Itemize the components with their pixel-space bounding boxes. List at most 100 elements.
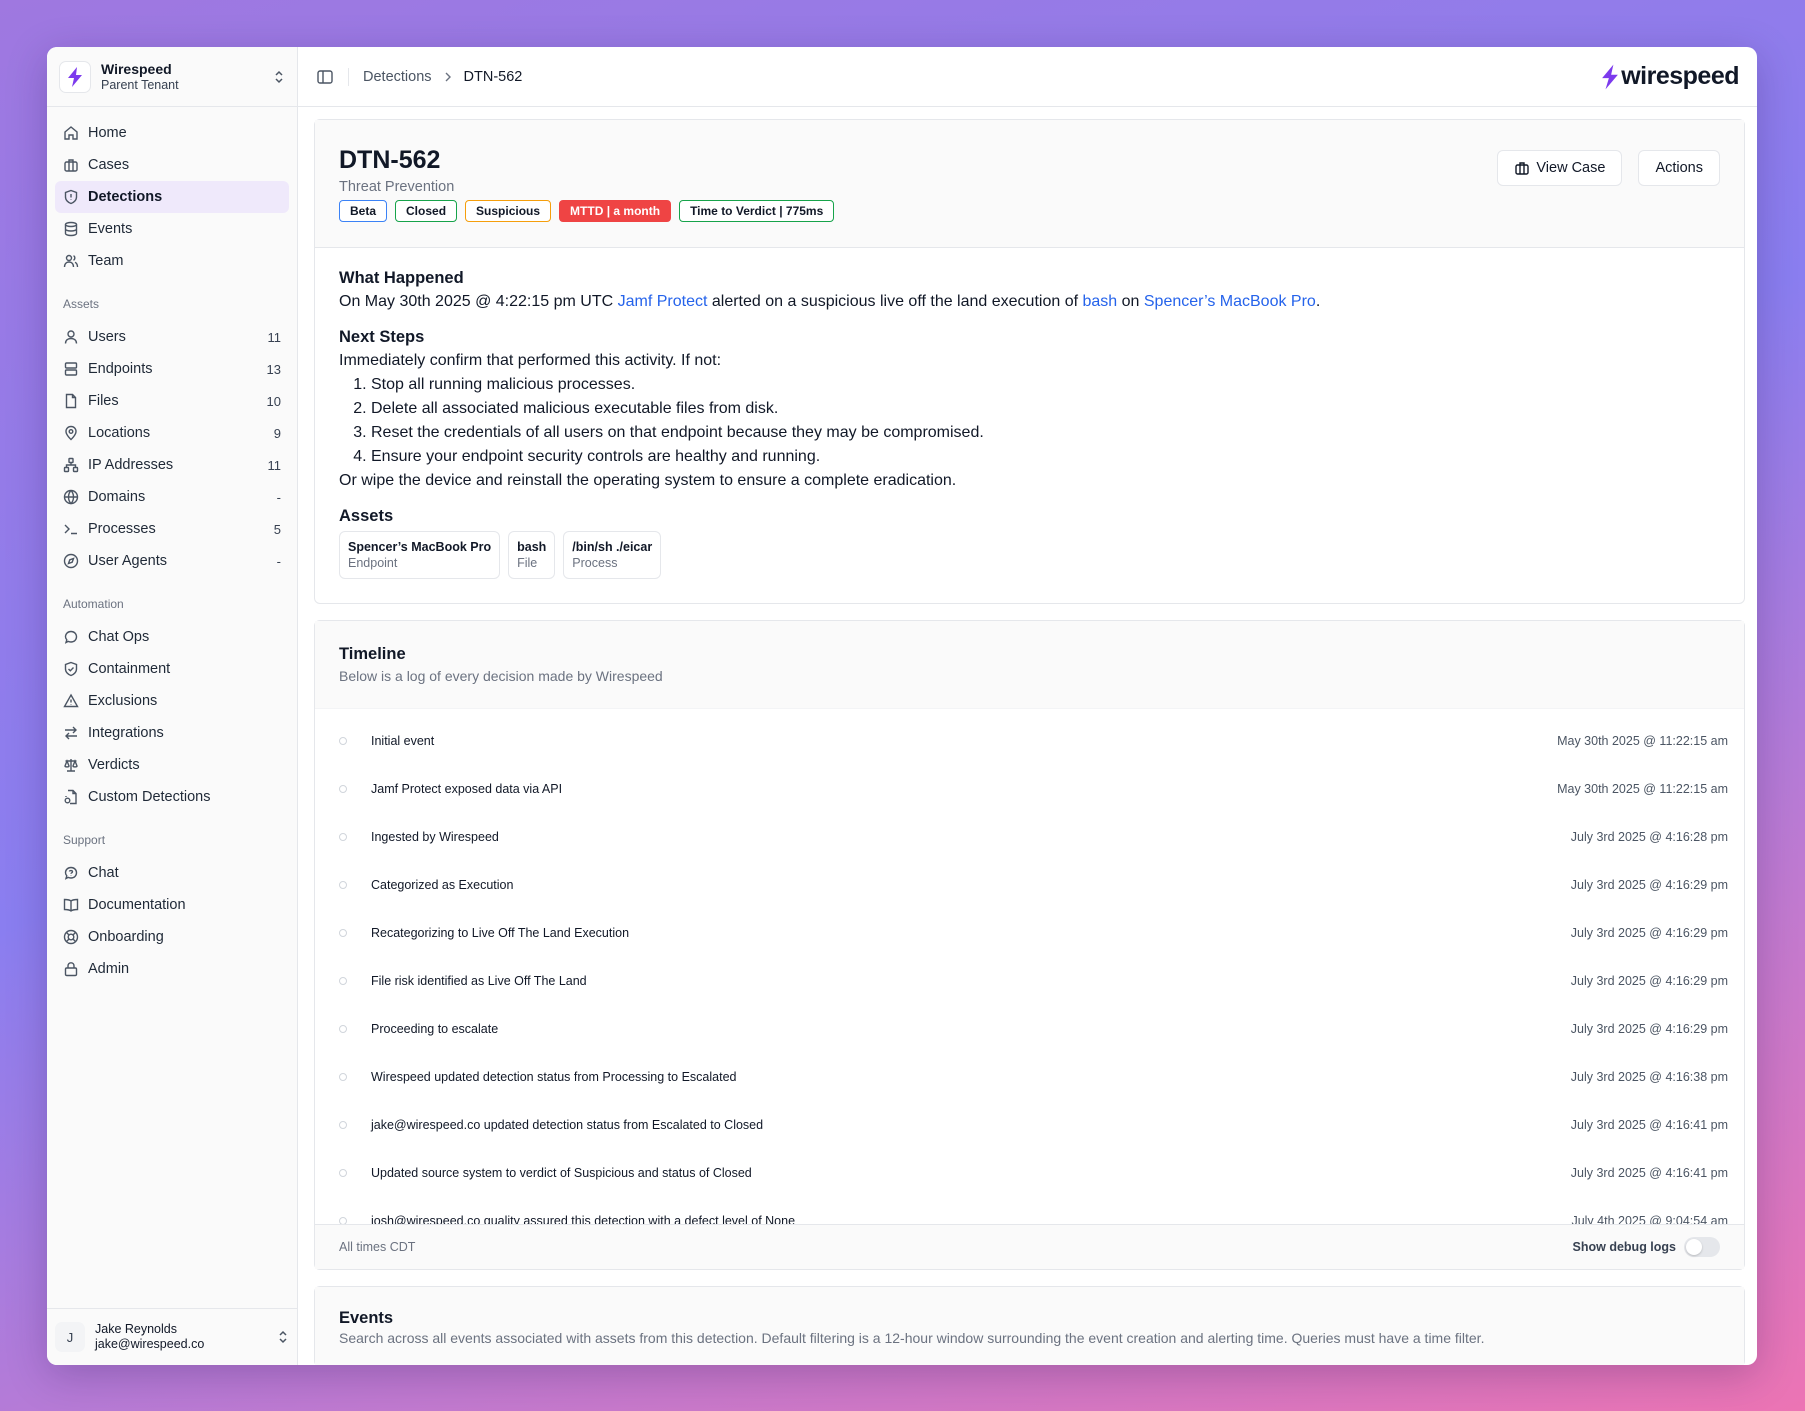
asset-chip[interactable]: bash File [508,531,556,579]
tenant-switcher[interactable]: Wirespeed Parent Tenant [47,47,297,107]
view-case-button[interactable]: View Case [1497,150,1623,186]
badge-row: Beta Closed Suspicious MTTD | a month Ti… [339,200,1720,222]
nav-label: Onboarding [88,929,164,945]
timeline-text: Updated source system to verdict of Susp… [371,1166,752,1180]
timeline-dot [339,881,347,889]
asset-chip[interactable]: /bin/sh ./eicar Process [563,531,662,579]
nav-item-detections[interactable]: Detections [55,181,289,213]
events-card: Events Search across all events associat… [314,1286,1745,1365]
content-scroll[interactable]: DTN-562 Threat Prevention Beta Closed Su… [298,107,1757,1365]
nav-item-containment[interactable]: Containment [55,653,289,685]
section-label-support: Support [63,833,106,847]
nav-item-user-agents[interactable]: User Agents - [55,545,289,577]
timeline-item: Jamf Protect exposed data via API May 30t… [315,765,1744,813]
file-link[interactable]: bash [1082,293,1117,310]
nav-item-ip-addresses[interactable]: IP Addresses 11 [55,449,289,481]
bolt-icon [1601,64,1619,90]
nav-label: Custom Detections [88,789,211,805]
list-item: Ensure your endpoint security controls a… [371,445,1720,469]
actions-button[interactable]: Actions [1638,150,1720,186]
lock-icon [63,961,79,977]
assets-title: Assets [339,507,394,525]
nav-item-onboarding[interactable]: Onboarding [55,921,289,953]
tenant-name: Wirespeed [101,60,172,77]
next-steps-list: Stop all running malicious processes. De… [339,373,1720,469]
home-icon [63,125,79,141]
timeline-dot [339,1217,347,1224]
timeline-time: July 4th 2025 @ 9:04:54 am [1571,1214,1728,1224]
nav-item-domains[interactable]: Domains - [55,481,289,513]
topbar: Detections DTN-562 wirespeed [298,47,1757,107]
debug-logs-toggle[interactable] [1684,1237,1720,1257]
timeline-time: July 3rd 2025 @ 4:16:29 pm [1570,878,1728,892]
alert-triangle-icon [63,693,79,709]
nav-label: Chat [88,865,119,881]
nav-count: 11 [267,329,282,345]
text-segment: on [1117,293,1144,310]
list-item: Delete all associated malicious executab… [371,397,1720,421]
nav-item-locations[interactable]: Locations 9 [55,417,289,449]
nav-item-documentation[interactable]: Documentation [55,889,289,921]
nav-item-files[interactable]: Files 10 [55,385,289,417]
timeline-dot [339,737,347,745]
nav-item-events[interactable]: Events [55,213,289,245]
timeline-time: July 3rd 2025 @ 4:16:29 pm [1570,926,1728,940]
source-link[interactable]: Jamf Protect [618,293,708,310]
timezone-note: All times CDT [339,1240,416,1254]
nav-item-home[interactable]: Home [55,117,289,149]
timeline-dot [339,1025,347,1033]
nav-label: Containment [88,661,171,677]
asset-chip[interactable]: Spencer’s MacBook Pro Endpoint [339,531,501,579]
list-item: Reset the credentials of all users on th… [371,421,1720,445]
events-title: Events [339,1309,394,1327]
database-icon [63,221,79,237]
nav-item-users[interactable]: Users 11 [55,321,289,353]
nav-item-chat[interactable]: Chat [55,857,289,889]
nav-count: 10 [266,393,281,409]
timeline-text: Proceeding to escalate [371,1022,499,1036]
user-menu[interactable]: J Jake Reynolds jake@wirespeed.co [47,1308,297,1365]
detection-header: DTN-562 Threat Prevention Beta Closed Su… [315,120,1744,248]
asset-type: Process [572,556,618,570]
timeline-time: May 30th 2025 @ 11:22:15 am [1557,734,1728,748]
timeline-card: Timeline Below is a log of every decisio… [314,620,1745,1270]
asset-type: Endpoint [348,556,398,570]
arrows-left-right-icon [63,725,79,741]
badge-beta: Beta [339,200,388,222]
timeline-item: josh@wirespeed.co quality assured this d… [315,1197,1744,1224]
nav-label: Home [88,125,127,141]
terminal-icon [63,521,79,537]
timeline-footer: All times CDT Show debug logs [315,1224,1744,1269]
timeline-item: Initial event May 30th 2025 @ 11:22:15 am [315,717,1744,765]
nav-label: Locations [88,425,151,441]
app-window: Wirespeed Parent Tenant Home Cases Detec… [47,47,1757,1365]
timeline-text: Jamf Protect exposed data via API [371,782,563,796]
nav-item-chat-ops[interactable]: Chat Ops [55,621,289,653]
nav-label: Detections [88,189,163,205]
nav-item-admin[interactable]: Admin [55,953,289,985]
nav-item-verdicts[interactable]: Verdicts [55,749,289,781]
endpoint-link[interactable]: Spencer’s MacBook Pro [1144,293,1316,310]
nav-item-exclusions[interactable]: Exclusions [55,685,289,717]
shield-icon [63,189,79,205]
nav-item-integrations[interactable]: Integrations [55,717,289,749]
nav-label: Verdicts [88,757,140,773]
nav-item-endpoints[interactable]: Endpoints 13 [55,353,289,385]
message-circle-icon [63,629,79,645]
timeline-dot [339,1121,347,1129]
globe-icon [63,489,79,505]
timeline-time: July 3rd 2025 @ 4:16:28 pm [1570,830,1728,844]
file-icon [63,393,79,409]
nav-item-processes[interactable]: Processes 5 [55,513,289,545]
breadcrumb-detections[interactable]: Detections [363,69,432,85]
timeline-text: File risk identified as Live Off The Lan… [371,974,587,988]
nav-item-team[interactable]: Team [55,245,289,277]
nav-count: - [276,553,281,569]
timeline-text: josh@wirespeed.co quality assured this d… [371,1214,796,1224]
nav-label: Files [88,393,119,409]
nav-item-custom-detections[interactable]: Custom Detections [55,781,289,813]
nav-item-cases[interactable]: Cases [55,149,289,181]
sidebar-toggle-icon[interactable] [316,68,334,86]
timeline-item: File risk identified as Live Off The Lan… [315,957,1744,1005]
timeline-list[interactable]: Initial event May 30th 2025 @ 11:22:15 am… [315,709,1744,1224]
